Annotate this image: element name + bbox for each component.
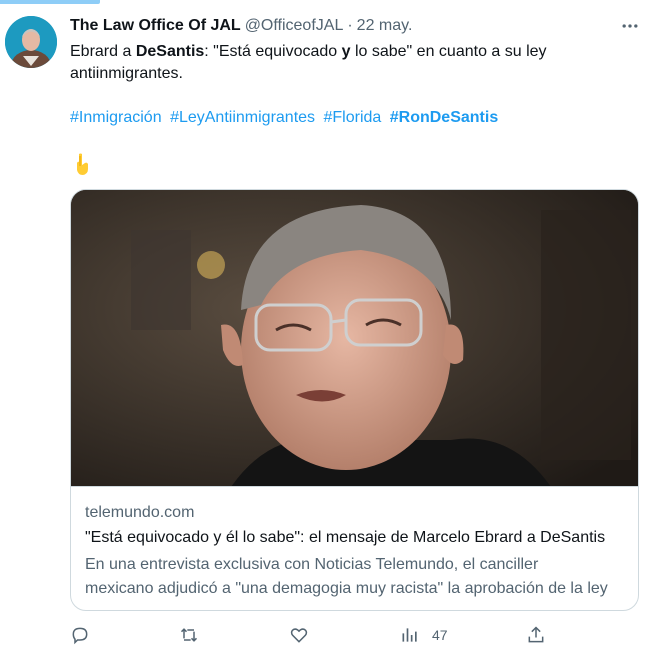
separator-dot: · (347, 17, 353, 34)
avatar[interactable] (5, 16, 57, 68)
retweet-icon (180, 628, 198, 642)
card-photo (71, 190, 638, 486)
views-count: 47 (432, 627, 448, 643)
tweet-content: The Law Office Of JAL @OfficeofJAL · 22 … (70, 14, 650, 611)
top-accent-bar (0, 0, 100, 4)
tweet-text-bold: y (341, 43, 351, 60)
card-description-line: mexicano adjudicó a "una demagogia muy r… (85, 580, 608, 597)
link-card[interactable]: telemundo.com "Está equivocado y él lo s… (70, 189, 639, 611)
like-button[interactable] (289, 622, 309, 648)
heart-icon (290, 628, 308, 643)
card-description: En una entrevista exclusiva con Noticias… (85, 553, 625, 601)
card-meta: telemundo.com "Está equivocado y él lo s… (85, 502, 625, 601)
tweet-text: Ebrard a DeSantis: "Está equivocado y lo… (70, 41, 630, 85)
author-name[interactable]: The Law Office Of JAL (70, 17, 241, 35)
reply-icon (72, 627, 88, 645)
views-icon (402, 628, 417, 642)
card-description-line: En una entrevista exclusiva con Noticias… (85, 556, 539, 573)
tweet-actions: 47 (70, 622, 550, 648)
more-options-button[interactable] (618, 14, 642, 38)
hashtag-link[interactable]: #RonDeSantis (390, 109, 498, 126)
card-title: "Está equivocado y él lo sabe": el mensa… (85, 529, 606, 546)
reply-button[interactable] (70, 622, 90, 648)
author-handle[interactable]: @OfficeofJAL (245, 17, 344, 35)
tweet-header: The Law Office Of JAL @OfficeofJAL · 22 … (70, 14, 650, 38)
retweet-button[interactable] (179, 622, 199, 648)
pointing-down-emoji-icon (70, 152, 94, 178)
card-image[interactable] (71, 190, 638, 487)
avatar-image (5, 16, 57, 68)
tweet-text-part: Ebrard a (70, 43, 136, 60)
tweet-text-part: : "Está equivocado (204, 43, 342, 60)
tweet-date[interactable]: 22 may. (357, 17, 413, 35)
share-button[interactable] (526, 622, 546, 648)
views-button[interactable]: 47 (400, 622, 448, 648)
more-icon (622, 24, 638, 28)
hashtag-link[interactable]: #Inmigración (70, 109, 162, 126)
hashtag-link[interactable]: #Florida (323, 109, 381, 126)
hashtag-link[interactable]: #LeyAntiinmigrantes (170, 109, 315, 126)
hashtags: #Inmigración #LeyAntiinmigrantes #Florid… (70, 107, 650, 129)
tweet-text-bold: DeSantis (135, 43, 205, 60)
card-domain: telemundo.com (85, 504, 195, 521)
share-icon (528, 626, 544, 643)
